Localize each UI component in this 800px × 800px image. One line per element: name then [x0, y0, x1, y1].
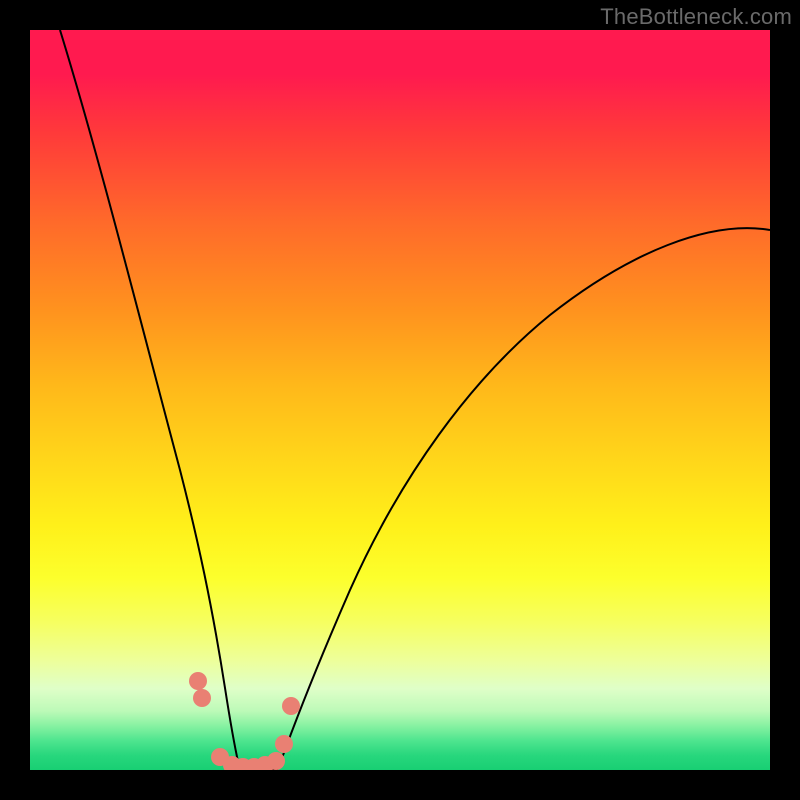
chart-frame: TheBottleneck.com	[0, 0, 800, 800]
plot-area	[30, 30, 770, 770]
watermark-text: TheBottleneck.com	[600, 4, 792, 30]
